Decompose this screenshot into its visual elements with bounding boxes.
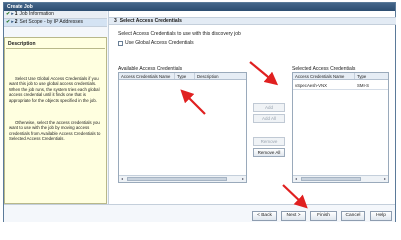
- step-job-information[interactable]: ✔▸1 Job Information: [4, 11, 107, 19]
- next-button[interactable]: Next >: [281, 211, 306, 221]
- description-divider: [6, 48, 105, 49]
- scroll-right-icon[interactable]: ▸: [382, 176, 388, 182]
- step-label: Set Scope - by IP Addresses: [19, 19, 84, 25]
- scroll-right-icon[interactable]: ▸: [240, 176, 246, 182]
- step-number: 2: [14, 19, 18, 25]
- selected-list-header: Access Credentials Name Type: [293, 73, 388, 80]
- use-global-credentials-label: Use Global Access Credentials: [125, 40, 194, 46]
- column-header-name[interactable]: Access Credentials Name: [293, 73, 355, 79]
- arrow-right-icon: ▸: [11, 19, 14, 25]
- remove-button[interactable]: Remove: [253, 137, 285, 146]
- available-horizontal-scrollbar[interactable]: ◂ ▸: [119, 175, 246, 182]
- remove-all-button[interactable]: Remove All: [253, 148, 285, 157]
- instruction-text: Select Access Credentials to use with th…: [118, 31, 241, 37]
- window-title: Create Job: [4, 3, 395, 11]
- section-number: 3: [114, 18, 117, 24]
- arrow-right-icon: ▸: [11, 11, 14, 17]
- add-button[interactable]: Add: [253, 103, 285, 112]
- section-title: Select Access Credentials: [119, 18, 182, 24]
- selected-horizontal-scrollbar[interactable]: ◂ ▸: [293, 175, 388, 182]
- add-all-button[interactable]: Add All: [253, 114, 285, 123]
- wizard-left-pane: ✔▸1 Job Information ✔▸2 Set Scope - by IP …: [4, 11, 107, 204]
- step-label: Job Information: [19, 11, 54, 17]
- use-global-credentials-row[interactable]: Use Global Access Credentials: [118, 40, 194, 46]
- step-number: 1: [14, 11, 18, 17]
- finish-button[interactable]: Finish: [310, 211, 337, 221]
- available-list-header: Access Credentials Name Type Description: [119, 73, 246, 80]
- column-header-name[interactable]: Access Credentials Name: [119, 73, 175, 79]
- step-set-scope[interactable]: ✔▸2 Set Scope - by IP Addresses: [4, 19, 107, 27]
- scroll-left-icon[interactable]: ◂: [293, 176, 299, 182]
- use-global-credentials-checkbox[interactable]: [118, 40, 123, 46]
- check-icon: ✔: [6, 11, 11, 17]
- description-title: Description: [8, 41, 36, 47]
- table-row[interactable]: vSpecAesh-VNX SMI-S: [293, 81, 388, 90]
- cancel-button[interactable]: Cancel: [341, 211, 365, 221]
- description-panel: Description Select Use Global Access Cre…: [4, 37, 107, 204]
- credential-name-cell: vSpecAesh-VNX: [295, 83, 328, 88]
- column-header-description[interactable]: Description: [195, 73, 246, 79]
- section-header: 3 Select Access Credentials: [109, 17, 396, 25]
- check-icon: ✔: [6, 19, 11, 25]
- create-job-window: Create Job ✔▸1 Job Information ✔▸2 Set Sco…: [3, 2, 396, 222]
- scroll-thumb[interactable]: [301, 177, 361, 181]
- column-header-type[interactable]: Type: [355, 73, 388, 79]
- credential-type-cell: SMI-S: [357, 83, 369, 88]
- description-paragraph-1: Select Use Global Access Credentials if …: [9, 76, 100, 103]
- scroll-left-icon[interactable]: ◂: [119, 176, 125, 182]
- wizard-main-pane: 3 Select Access Credentials Select Access…: [108, 11, 396, 204]
- available-credentials-list[interactable]: Access Credentials Name Type Description…: [118, 72, 247, 183]
- description-paragraph-2: Otherwise, select the access credentials…: [9, 120, 101, 142]
- back-button[interactable]: < Back: [252, 211, 277, 221]
- selected-credentials-list[interactable]: Access Credentials Name Type vSpecAesh-V…: [292, 72, 389, 183]
- column-header-type[interactable]: Type: [175, 73, 195, 79]
- scroll-thumb[interactable]: [127, 177, 227, 181]
- wizard-footer: < Back Next > Finish Cancel Help: [4, 204, 395, 222]
- help-button[interactable]: Help: [370, 211, 392, 221]
